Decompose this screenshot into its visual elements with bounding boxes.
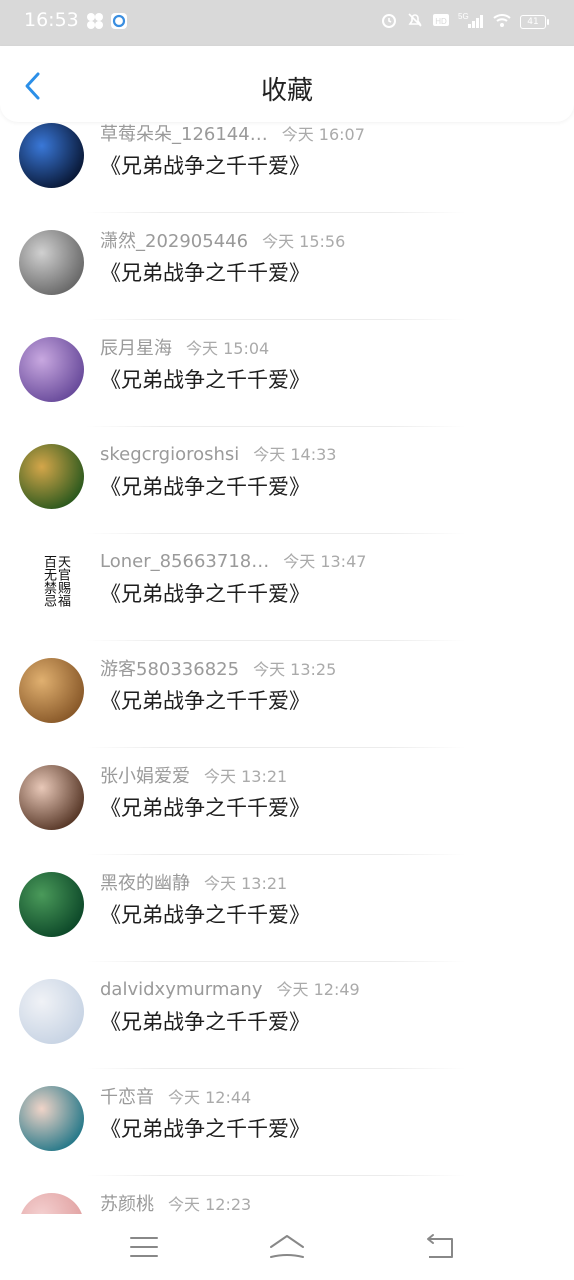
app-grid-icon xyxy=(86,12,104,30)
list-item[interactable]: 潇然_202905446 今天 15:56 《兄弟战争之千千爱》 xyxy=(0,213,574,320)
favorite-time: 今天 13:21 xyxy=(204,767,288,786)
book-title[interactable]: 《兄弟战争之千千爱》 xyxy=(100,899,310,929)
favorite-time: 今天 13:25 xyxy=(253,660,337,679)
user-name: 游客580336825 今天 13:25 xyxy=(100,655,336,681)
favorite-time: 今天 15:56 xyxy=(262,232,346,251)
status-time: 16:53 xyxy=(24,9,79,31)
user-name: Loner_85663718… 今天 13:47 xyxy=(100,548,366,572)
battery-icon: 41 xyxy=(520,14,550,30)
avatar[interactable] xyxy=(19,872,84,937)
book-title[interactable]: 《兄弟战争之千千爱》 xyxy=(100,1113,310,1143)
list-item[interactable]: 张小娟爱爱 今天 13:21 《兄弟战争之千千爱》 xyxy=(0,748,574,855)
user-name-text: 苏颜桃 xyxy=(100,1194,154,1214)
favorites-list-inner: 草莓朵朵_126144… 今天 16:07 《兄弟战争之千千爱》 潇然_2029054… xyxy=(0,122,574,1214)
book-title[interactable]: 《兄弟战争之千千爱》 xyxy=(100,150,310,180)
menu-icon xyxy=(130,1237,158,1257)
user-name-text: 潇然_202905446 xyxy=(100,231,249,252)
avatar[interactable] xyxy=(19,1086,84,1151)
user-name-text: 黑夜的幽静 xyxy=(100,873,190,894)
user-name: 潇然_202905446 今天 15:56 xyxy=(100,227,345,253)
favorite-time: 今天 14:33 xyxy=(253,445,337,464)
book-title[interactable]: 《兄弟战争之千千爱》 xyxy=(100,364,310,394)
list-item[interactable]: 苏颜桃今天 12:23《兄弟战争之千千爱》 xyxy=(0,1176,574,1214)
favorite-time: 今天 16:07 xyxy=(281,125,365,144)
home-icon xyxy=(270,1235,304,1258)
user-name-text: Loner_85663718… xyxy=(100,551,270,572)
header-bar: 收藏 xyxy=(0,46,574,122)
book-title[interactable]: 《兄弟战争之千千爱》 xyxy=(100,1006,310,1036)
back-icon xyxy=(427,1234,453,1258)
user-name-text: 草莓朵朵_126144… xyxy=(100,124,268,145)
wifi-icon xyxy=(492,12,512,32)
list-item[interactable]: 草莓朵朵_126144… 今天 16:07 《兄弟战争之千千爱》 xyxy=(0,122,574,213)
list-item[interactable]: skegcrgioroshsi 今天 14:33 《兄弟战争之千千爱》 xyxy=(0,427,574,534)
favorites-list[interactable]: 草莓朵朵_126144… 今天 16:07 《兄弟战争之千千爱》 潇然_2029054… xyxy=(0,122,574,1214)
app-browser-icon xyxy=(110,12,128,30)
page-title: 收藏 xyxy=(260,76,313,106)
user-name: 黑夜的幽静 今天 13:21 xyxy=(100,869,287,895)
svg-text:5G: 5G xyxy=(458,12,469,21)
avatar[interactable] xyxy=(19,765,84,830)
favorite-time: 今天 15:04 xyxy=(186,339,270,358)
list-item[interactable]: 辰月星海 今天 15:04 《兄弟战争之千千爱》 xyxy=(0,320,574,427)
hd-icon: HD xyxy=(432,12,450,32)
avatar[interactable] xyxy=(19,123,84,188)
avatar[interactable] xyxy=(19,444,84,509)
5g-signal-icon: 5G xyxy=(458,11,484,33)
list-item[interactable]: 黑夜的幽静 今天 13:21 《兄弟战争之千千爱》 xyxy=(0,855,574,962)
home-button[interactable] xyxy=(267,1230,307,1264)
user-name: 张小娟爱爱 今天 13:21 xyxy=(100,762,287,788)
user-name-text: 辰月星海 xyxy=(100,338,172,359)
status-icons: HD 5G 41 xyxy=(380,12,550,32)
favorite-time: 今天 13:47 xyxy=(283,552,367,571)
avatar[interactable]: 天官赐福 百无禁忌 xyxy=(19,551,84,616)
list-item[interactable]: 游客580336825 今天 13:25 《兄弟战争之千千爱》 xyxy=(0,641,574,748)
book-title[interactable]: 《兄弟战争之千千爱》 xyxy=(100,471,310,501)
user-name: 辰月星海 今天 15:04 xyxy=(100,334,269,360)
favorite-time: 今天 12:49 xyxy=(276,980,360,999)
svg-text:HD: HD xyxy=(435,17,447,26)
favorite-time: 今天 12:44 xyxy=(168,1088,252,1107)
user-name-text: 张小娟爱爱 xyxy=(100,766,190,787)
favorite-time: 今天 13:21 xyxy=(204,874,288,893)
user-name: 千恋音 今天 12:44 xyxy=(100,1083,251,1109)
avatar[interactable] xyxy=(19,337,84,402)
favorite-time: 今天 12:23 xyxy=(168,1195,252,1214)
avatar[interactable] xyxy=(19,658,84,723)
user-name-text: skegcrgioroshsi xyxy=(100,444,240,465)
user-name-text: 千恋音 xyxy=(100,1087,154,1108)
user-name-text: dalvidxymurmany xyxy=(100,979,263,1000)
book-title[interactable]: 《兄弟战争之千千爱》 xyxy=(100,257,310,287)
user-name: skegcrgioroshsi 今天 14:33 xyxy=(100,441,336,465)
book-title[interactable]: 《兄弟战争之千千爱》 xyxy=(100,578,310,608)
book-title[interactable]: 《兄弟战争之千千爱》 xyxy=(100,685,310,715)
user-name: 草莓朵朵_126144… 今天 16:07 xyxy=(100,122,365,146)
list-item[interactable]: 天官赐福 百无禁忌 Loner_85663718… 今天 13:47 《兄弟战争之千千… xyxy=(0,534,574,641)
list-item[interactable]: dalvidxymurmany 今天 12:49 《兄弟战争之千千爱》 xyxy=(0,962,574,1069)
battery-level: 41 xyxy=(527,17,539,27)
avatar[interactable] xyxy=(19,230,84,295)
avatar[interactable] xyxy=(19,979,84,1044)
alarm-icon xyxy=(380,11,398,33)
book-title[interactable]: 《兄弟战争之千千爱》 xyxy=(100,792,310,822)
user-name: dalvidxymurmany 今天 12:49 xyxy=(100,976,360,1000)
user-name-text: 游客580336825 xyxy=(100,659,240,680)
list-item[interactable]: 千恋音 今天 12:44 《兄弟战争之千千爱》 xyxy=(0,1069,574,1176)
status-bar: 16:53 HD 5G 41 xyxy=(0,0,574,46)
mute-icon xyxy=(406,11,424,33)
back-nav-button[interactable] xyxy=(419,1230,459,1264)
user-name: 苏颜桃 今天 12:23 xyxy=(100,1190,251,1214)
avatar[interactable] xyxy=(19,1193,84,1214)
system-nav-bar xyxy=(0,1214,574,1280)
menu-button[interactable] xyxy=(124,1230,164,1264)
avatar-calligraphy: 天官赐福 百无禁忌 xyxy=(41,555,70,607)
